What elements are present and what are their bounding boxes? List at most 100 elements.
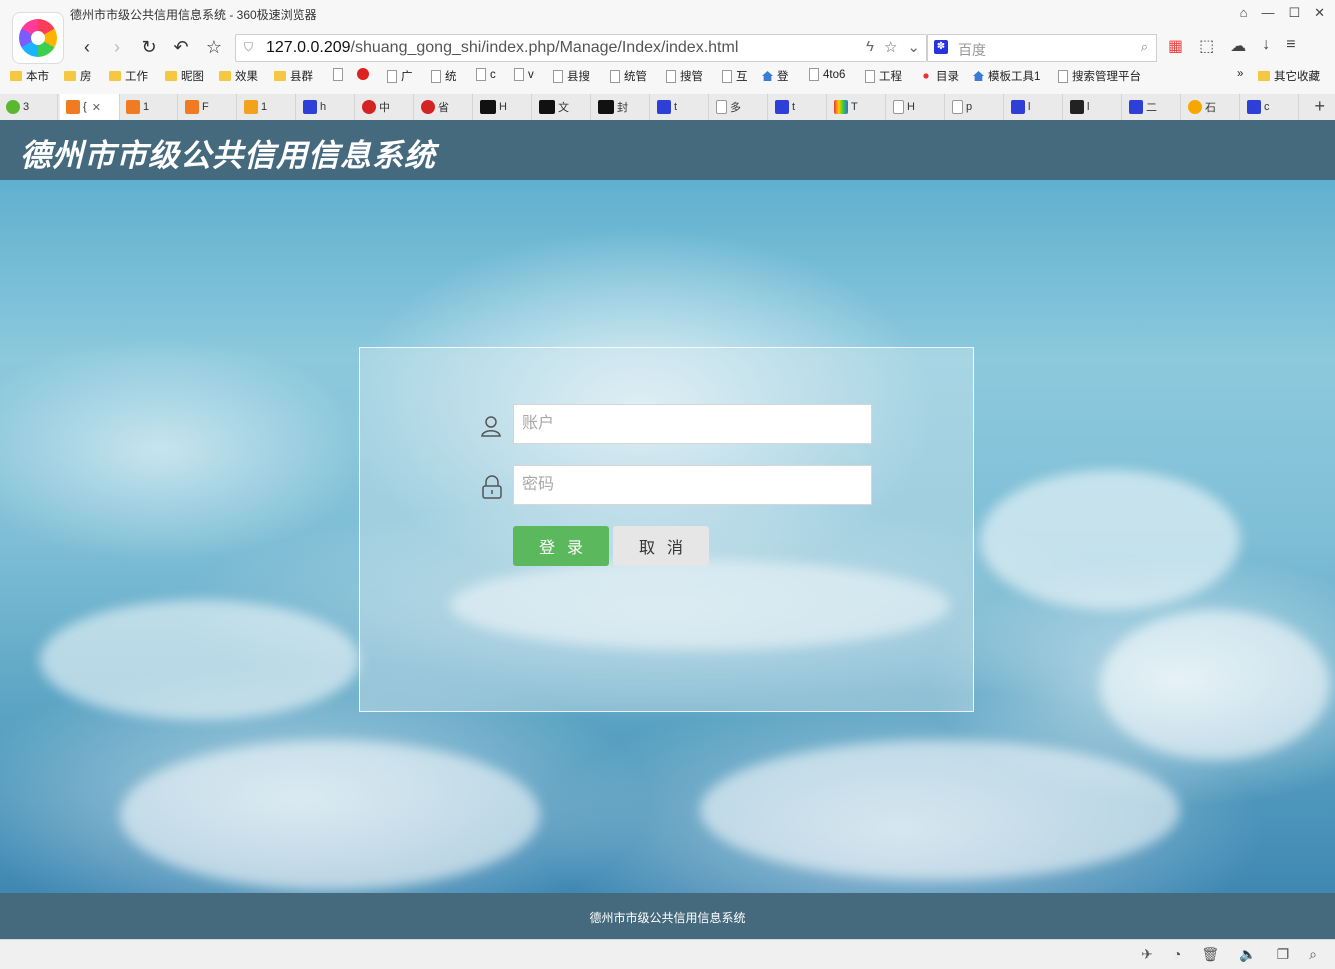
tab-favicon-icon	[303, 100, 317, 114]
browser-tab[interactable]: 多	[710, 94, 768, 120]
bookmark-item[interactable]: 模板工具1	[973, 68, 1040, 84]
bookmark-item[interactable]: 昵图	[165, 68, 204, 84]
baidu-paw-icon[interactable]: ✽	[934, 40, 948, 54]
volume-icon[interactable]: 🔈	[1239, 946, 1256, 963]
minimize-icon[interactable]: —	[1261, 5, 1274, 21]
bookmark-item[interactable]: 本市	[10, 68, 49, 84]
speed-mode-icon[interactable]: ϟ	[866, 38, 874, 56]
bookmark-item[interactable]: c	[476, 68, 496, 81]
browser-tab[interactable]: 二	[1123, 94, 1181, 120]
bookmark-item[interactable]: 搜管	[666, 68, 703, 84]
browser-tab[interactable]: p	[946, 94, 1004, 120]
menu-icon[interactable]: ≡	[1286, 36, 1295, 56]
new-tab-button[interactable]: +	[1314, 96, 1325, 117]
accelerate-icon[interactable]: ◔	[1173, 946, 1181, 963]
browser-logo-icon[interactable]	[12, 12, 64, 64]
password-input[interactable]	[513, 465, 872, 505]
search-placeholder: 百度	[958, 42, 986, 58]
screenshot-icon[interactable]: ⬚	[1199, 36, 1214, 56]
pin-icon[interactable]: ✈	[1141, 946, 1153, 963]
bookmark-item[interactable]: 目录	[920, 68, 959, 84]
bookmark-item[interactable]: 县群	[274, 68, 313, 84]
tab-favicon-icon	[66, 100, 80, 114]
search-box[interactable]: ✽ 百度 ⌕	[927, 34, 1157, 62]
bookmark-item[interactable]: 统	[431, 68, 457, 84]
browser-tab[interactable]: F	[179, 94, 237, 120]
address-bar[interactable]: ⛉ 127.0.0.209/shuang_gong_shi/index.php/…	[235, 34, 927, 62]
browser-tab[interactable]: t	[651, 94, 709, 120]
skin-icon[interactable]: ⌂	[1240, 5, 1248, 21]
bookmark-item[interactable]: 4to6	[809, 68, 845, 81]
bookmark-item[interactable]: 工程	[865, 68, 902, 84]
browser-tab[interactable]: 1	[120, 94, 178, 120]
tab-favicon-icon	[952, 100, 963, 114]
home-icon	[973, 71, 984, 81]
browser-tab[interactable]: 封	[592, 94, 650, 120]
bookmarks-overflow-button[interactable]: »	[1237, 68, 1243, 80]
favorite-icon[interactable]: ☆	[884, 38, 897, 56]
bookmark-item[interactable]: 统管	[610, 68, 647, 84]
login-button[interactable]: 登录	[513, 526, 609, 566]
browser-status-bar: ✈ ◔ 🗑 🔈 ❐ ⌕	[0, 939, 1335, 969]
tab-favicon-icon	[1070, 100, 1084, 114]
forward-button[interactable]: ›	[106, 36, 128, 58]
tab-close-icon[interactable]: ✕	[92, 101, 101, 114]
tab-favicon-icon	[716, 100, 727, 114]
browser-tab[interactable]: 中	[356, 94, 414, 120]
lock-icon	[482, 475, 502, 499]
browser-tab[interactable]: 1	[238, 94, 296, 120]
bookmark-item[interactable]	[333, 68, 347, 81]
account-input[interactable]	[513, 404, 872, 444]
red-badge-icon	[357, 68, 369, 80]
browser-tab[interactable]: l	[1005, 94, 1063, 120]
browser-tab-active[interactable]: {✕	[60, 94, 120, 120]
maximize-icon[interactable]: ☐	[1288, 5, 1300, 21]
bookmark-item[interactable]: 县搜	[553, 68, 590, 84]
browser-tab[interactable]: 3	[0, 94, 58, 120]
tab-favicon-icon	[598, 100, 614, 114]
trash-icon[interactable]: 🗑	[1201, 946, 1219, 963]
bookmark-item[interactable]: 登	[762, 68, 789, 84]
browser-tab[interactable]: l	[1064, 94, 1122, 120]
bookmark-item[interactable]: 工作	[109, 68, 148, 84]
cloud-icon[interactable]: ☁	[1230, 36, 1246, 56]
bookmark-star-button[interactable]: ☆	[203, 36, 225, 58]
browser-tab[interactable]: t	[769, 94, 827, 120]
browser-tab[interactable]: 石	[1182, 94, 1240, 120]
search-icon[interactable]: ⌕	[1141, 39, 1148, 55]
window-icon[interactable]: ❐	[1277, 946, 1290, 963]
zoom-icon[interactable]: ⌕	[1309, 946, 1317, 963]
url-dropdown-icon[interactable]: ⌄	[907, 38, 920, 56]
url-text[interactable]: 127.0.0.209/shuang_gong_shi/index.php/Ma…	[266, 39, 738, 57]
browser-tab[interactable]: h	[297, 94, 355, 120]
close-window-icon[interactable]: ✕	[1314, 5, 1325, 21]
back-button[interactable]: ‹	[76, 36, 98, 58]
bookmark-item[interactable]: 其它收藏	[1258, 68, 1320, 84]
reload-button[interactable]: ↻	[138, 36, 160, 58]
bookmark-item[interactable]: 效果	[219, 68, 258, 84]
browser-tab[interactable]: H	[887, 94, 945, 120]
page-icon	[333, 68, 343, 81]
apps-icon[interactable]: ▦	[1168, 36, 1183, 56]
status-icons: ✈ ◔ 🗑 🔈 ❐ ⌕	[1141, 946, 1317, 963]
bookmark-item[interactable]: v	[514, 68, 534, 81]
bookmark-item[interactable]	[357, 68, 373, 80]
bookmark-item[interactable]: 搜索管理平台	[1058, 68, 1141, 84]
page-icon	[387, 69, 397, 83]
browser-tab[interactable]: 省	[415, 94, 473, 120]
bookmark-item[interactable]: 互	[722, 68, 748, 84]
browser-tab[interactable]: T	[828, 94, 886, 120]
bookmark-item[interactable]: 广	[387, 68, 413, 84]
security-shield-icon: ⛉	[244, 40, 254, 54]
tab-favicon-icon	[1188, 100, 1202, 114]
folder-icon	[109, 71, 121, 81]
browser-tab[interactable]: 文	[533, 94, 591, 120]
tab-favicon-icon	[126, 100, 140, 114]
url-host: 127.0.0.209	[266, 39, 351, 56]
undo-close-button[interactable]: ↶	[170, 36, 192, 58]
browser-tab[interactable]: c	[1241, 94, 1299, 120]
download-icon[interactable]: ↓	[1262, 36, 1270, 56]
cancel-button[interactable]: 取消	[613, 526, 709, 566]
browser-tab[interactable]: H	[474, 94, 532, 120]
bookmark-item[interactable]: 房	[64, 68, 92, 84]
